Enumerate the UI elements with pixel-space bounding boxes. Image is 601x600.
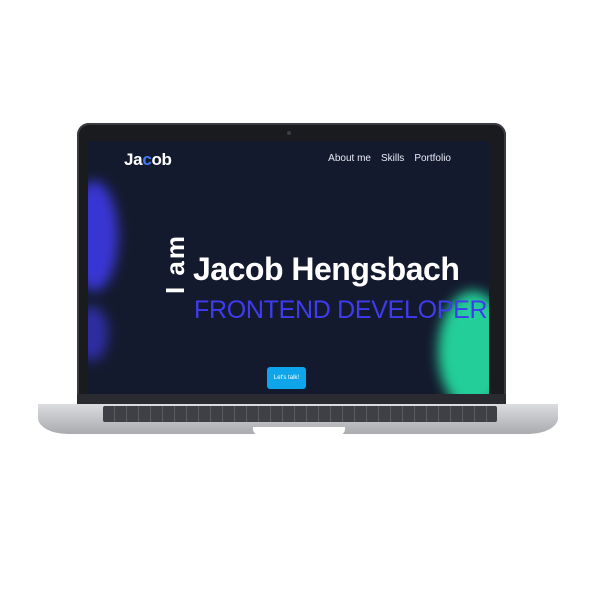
laptop-trackpad [253,427,345,435]
nav-about-me[interactable]: About me [328,153,371,164]
hero-name: Jacob Hengsbach [193,251,460,287]
site-logo[interactable]: Jacob [124,150,172,170]
laptop-keyboard [103,406,497,422]
hero-role: FRONTEND DEVELOPER [194,296,488,324]
main-nav: About me Skills Portfolio [328,153,451,164]
nav-portfolio[interactable]: Portfolio [414,153,451,164]
website-screen: Jacob About me Skills Portfolio I am Jac… [88,141,489,394]
logo-text-1: Ja [124,150,143,169]
hero-intro: I am [160,233,190,295]
background-blob-blue [88,181,118,291]
lets-talk-button[interactable]: Let's talk! [267,367,306,389]
logo-text-2: ob [151,150,172,169]
nav-skills[interactable]: Skills [381,153,404,164]
camera-icon [287,131,291,135]
background-blob-blue [88,306,108,361]
